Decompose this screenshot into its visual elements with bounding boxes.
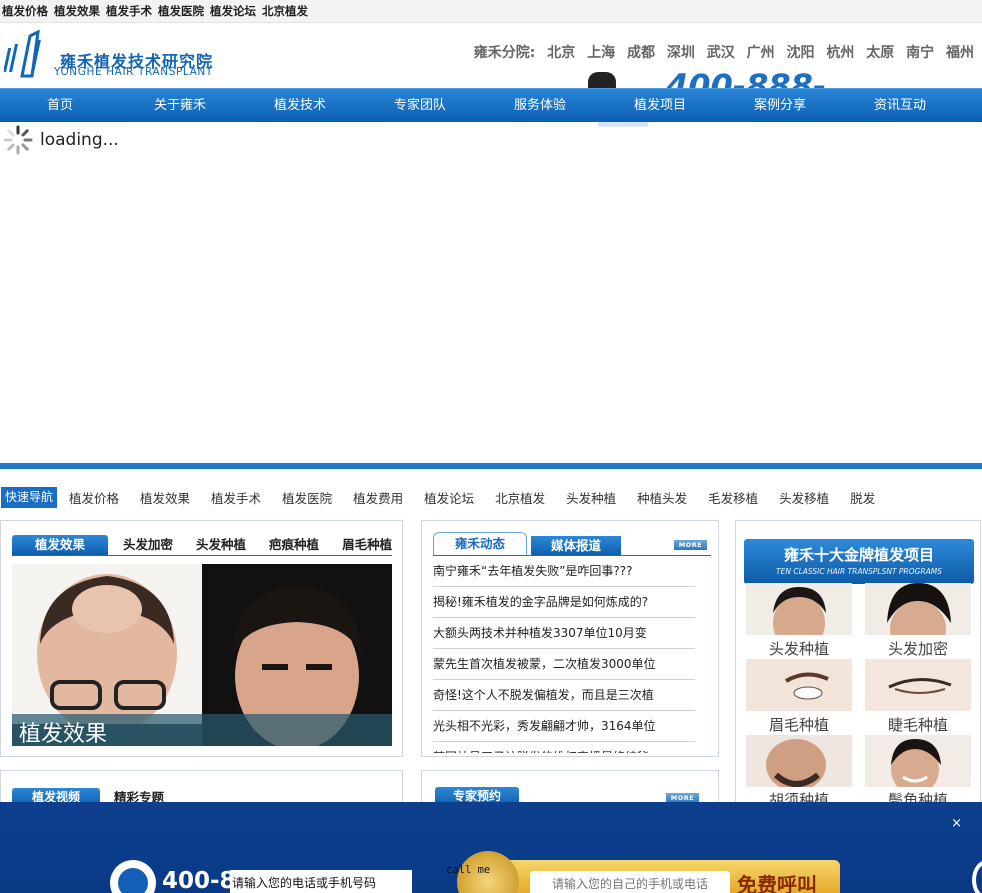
nav-news[interactable]: 资讯互动 (840, 89, 960, 122)
quick-link[interactable]: 北京植发 (495, 488, 545, 507)
quick-link[interactable]: 毛发移植 (708, 488, 758, 507)
branch-link[interactable]: 成都 (627, 45, 655, 61)
nav-technology[interactable]: 植发技术 (240, 89, 360, 122)
callback-number-input[interactable] (530, 871, 730, 893)
phone-icon (110, 860, 156, 893)
branch-link[interactable]: 杭州 (826, 45, 854, 61)
top-link-hospital[interactable]: 植发医院 (158, 3, 204, 19)
branch-link[interactable]: 上海 (587, 45, 615, 61)
project-image[interactable] (865, 659, 971, 711)
tab-hair-planting[interactable]: 头发种植 (188, 535, 254, 555)
logo-mark-icon (4, 30, 41, 78)
gold-projects-title: 雍禾十大金牌植发项目 (783, 546, 934, 564)
news-item[interactable]: 奇怪!这个人不脱发偏植发，而且是三次植 (433, 680, 695, 711)
news-list: 南宁雍禾“去年植发失败”是咋回事??? 揭秘!雍禾植发的金字品牌是如何炼成的? … (433, 556, 695, 753)
branch-link[interactable]: 太原 (866, 45, 894, 61)
loading-text: loading... (40, 130, 119, 150)
branch-link[interactable]: 武汉 (707, 45, 735, 61)
hotline-number: 400-888-6667 (666, 70, 827, 90)
quick-nav: 快速导航 植发价格 植发效果 植发手术 植发医院 植发费用 植发论坛 北京植发 … (0, 486, 982, 508)
nav-experts[interactable]: 专家团队 (360, 89, 480, 122)
news-panel: 雍禾动态 媒体报道 MORE 南宁雍禾“去年植发失败”是咋回事??? 揭秘!雍禾… (421, 520, 719, 757)
news-item[interactable]: 南宁雍禾“去年植发失败”是咋回事??? (433, 556, 695, 587)
tab-effect[interactable]: 植发效果 (12, 535, 109, 555)
branch-link[interactable]: 广州 (747, 45, 775, 61)
quick-link[interactable]: 植发费用 (353, 488, 403, 507)
branch-link[interactable]: 深圳 (667, 45, 695, 61)
nav-projects[interactable]: 植发项目 (600, 89, 720, 122)
project-image[interactable] (746, 735, 852, 787)
project-image[interactable] (865, 735, 971, 787)
effect-tabs: 植发效果 头发加密 头发种植 疤痕种植 眉毛种植 (12, 535, 392, 556)
nav-cases[interactable]: 案例分享 (720, 89, 840, 122)
project-image[interactable] (865, 583, 971, 635)
news-item[interactable]: 大额头两技术并种植发3307单位10月变 (433, 618, 695, 649)
quick-nav-label: 快速导航 (1, 486, 58, 508)
tab-media-reports[interactable]: 媒体报道 (531, 536, 622, 555)
site-logo[interactable]: 雍禾植发技术研究院 YONGHE HAIR TRANSPLANT (4, 30, 234, 82)
top-link-beijing[interactable]: 北京植发 (262, 3, 308, 19)
tab-yonghe-news[interactable]: 雍禾动态 (433, 532, 528, 555)
section-divider (0, 463, 982, 469)
close-icon[interactable]: × (951, 816, 962, 831)
top-link-price[interactable]: 植发价格 (2, 3, 48, 19)
free-call-button[interactable]: 免费呼叫 (737, 869, 817, 893)
project-label[interactable]: 头发加密 (865, 638, 971, 659)
news-more-button[interactable]: MORE (674, 540, 707, 550)
nav-shadow-divider (598, 122, 648, 127)
branch-list: 雍禾分院: 北京 上海 成都 深圳 武汉 广州 沈阳 杭州 太原 南宁 福州 (474, 42, 974, 62)
callback-bar: × 400-8 call me 免费呼叫 (0, 802, 982, 893)
project-label[interactable]: 眉毛种植 (746, 714, 852, 735)
news-item[interactable]: 光头相不光彩，秀发翩翩才帅，3164单位 (433, 711, 695, 742)
quick-link[interactable]: 种植头发 (637, 488, 687, 507)
news-item[interactable]: 蒙先生首次植发被蒙，二次植发3000单位 (433, 649, 695, 680)
quick-link[interactable]: 植发手术 (211, 488, 261, 507)
quick-link[interactable]: 植发效果 (140, 488, 190, 507)
quick-link[interactable]: 脱发 (850, 488, 875, 507)
branch-link[interactable]: 福州 (946, 45, 974, 61)
gold-projects-subtitle: TEN CLASSIC HAIR TRANSPLSNT PROGRAMS (776, 567, 942, 576)
logo-english-name: YONGHE HAIR TRANSPLANT (54, 66, 213, 78)
project-label[interactable]: 头发种植 (746, 638, 852, 659)
hotline-banner: 400-888-6667 (588, 70, 888, 90)
quick-link[interactable]: 头发种植 (566, 488, 616, 507)
top-link-effect[interactable]: 植发效果 (54, 3, 100, 19)
nav-service[interactable]: 服务体验 (480, 89, 600, 122)
branch-link[interactable]: 南宁 (906, 45, 934, 61)
branch-link[interactable]: 沈阳 (787, 45, 815, 61)
quick-link[interactable]: 植发价格 (69, 488, 119, 507)
branch-label: 雍禾分院: (473, 45, 536, 61)
top-link-forum[interactable]: 植发论坛 (210, 3, 256, 19)
top-link-surgery[interactable]: 植发手术 (106, 3, 152, 19)
news-item[interactable]: 揭秘!雍禾植发的金字品牌是如何炼成的? (433, 587, 695, 618)
banner-loading: loading... (2, 124, 119, 156)
phone-input[interactable] (230, 870, 412, 893)
callbar-number: 400-8 (162, 868, 236, 893)
phone-ring-icon (972, 860, 982, 893)
call-me-label: call me (446, 864, 491, 876)
branch-link[interactable]: 北京 (547, 45, 575, 61)
gold-projects-banner: 雍禾十大金牌植发项目 TEN CLASSIC HAIR TRANSPLSNT P… (744, 539, 974, 584)
main-nav: 首页 关于雍禾 植发技术 专家团队 服务体验 植发项目 案例分享 资讯互动 (0, 88, 982, 122)
effect-panel: 植发效果 头发加密 头发种植 疤痕种植 眉毛种植 植发效果 (0, 520, 403, 757)
spinner-icon (3, 125, 33, 155)
gold-projects-panel: 雍禾十大金牌植发项目 TEN CLASSIC HAIR TRANSPLSNT P… (735, 520, 981, 820)
nav-home[interactable]: 首页 (0, 89, 120, 122)
photo-caption: 植发效果 (19, 722, 108, 747)
quick-link[interactable]: 植发医院 (282, 488, 332, 507)
quick-link[interactable]: 植发论坛 (424, 488, 474, 507)
news-item[interactable]: 某网站员工子访脱发的维权直播最终结秘 (433, 742, 695, 753)
project-label[interactable]: 睫毛种植 (865, 714, 971, 735)
project-image[interactable] (746, 659, 852, 711)
tab-scar[interactable]: 疤痕种植 (261, 535, 327, 555)
quick-link[interactable]: 头发移植 (779, 488, 829, 507)
tab-eyebrow[interactable]: 眉毛种植 (334, 535, 400, 555)
nav-about[interactable]: 关于雍禾 (120, 89, 240, 122)
tab-densify[interactable]: 头发加密 (115, 535, 181, 555)
project-image[interactable] (746, 583, 852, 635)
top-link-bar: 植发价格 植发效果 植发手术 植发医院 植发论坛 北京植发 (0, 0, 982, 23)
news-tabs: 雍禾动态 媒体报道 (433, 532, 711, 556)
